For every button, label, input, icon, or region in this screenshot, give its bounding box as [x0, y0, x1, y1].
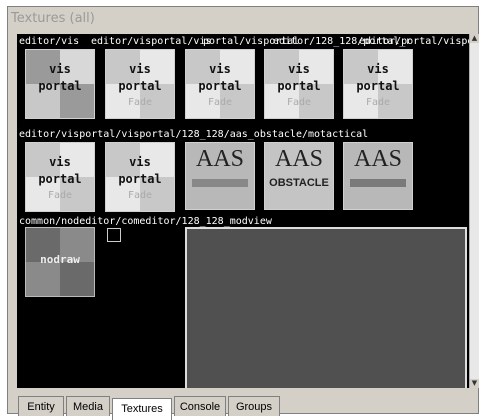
texture-label: editor/visportal/visportal/128_128/aas_o…	[19, 129, 369, 140]
texture-tile-aas-obstacle[interactable]: AAS OBSTACLE	[264, 142, 334, 210]
texture-tile-nodraw[interactable]: nodraw	[25, 227, 95, 297]
vertical-scrollbar[interactable]: ▲ ▼	[469, 34, 479, 388]
scroll-down-icon[interactable]: ▼	[470, 379, 479, 388]
texture-tile-visportal[interactable]: vis portal	[25, 49, 95, 119]
texture-tile-small[interactable]	[107, 228, 121, 242]
texture-tile-visportal-fade[interactable]: vis portal Fade	[264, 49, 334, 119]
texture-tile-visportal-fade[interactable]: vis portal Fade	[25, 142, 95, 212]
texture-label: editor/vis	[19, 36, 80, 47]
tab-entity[interactable]: Entity	[18, 396, 64, 416]
texture-tile-aas[interactable]: AAS	[343, 142, 413, 210]
tab-console[interactable]: Console	[174, 396, 226, 416]
texture-browser[interactable]: editor/vis editor/visportal/vis portal/v…	[17, 34, 469, 388]
texture-label: editor/portal/visportal19	[359, 36, 469, 47]
scroll-up-icon[interactable]: ▲	[470, 34, 479, 43]
texture-tile-modview[interactable]	[185, 227, 467, 388]
textures-window: Textures (all) editor/vis editor/visport…	[7, 6, 479, 420]
tab-media[interactable]: Media	[66, 396, 110, 416]
texture-tile-visportal-fade[interactable]: vis portal Fade	[185, 49, 255, 119]
window-title: Textures (all)	[11, 11, 95, 26]
texture-tile-visportal-fade[interactable]: vis portal Fade	[105, 142, 175, 212]
tab-groups[interactable]: Groups	[228, 396, 280, 416]
texture-tile-visportal-fade[interactable]: vis portal Fade	[105, 49, 175, 119]
texture-label: common/nodeditor/comeditor/128_128_modvi…	[19, 216, 272, 227]
texture-tile-visportal-fade[interactable]: vis portal Fade	[343, 49, 413, 119]
texture-tile-aas[interactable]: AAS	[185, 142, 255, 210]
tab-textures[interactable]: Textures	[112, 398, 172, 420]
texture-label: editor/visportal/vis	[91, 36, 212, 47]
